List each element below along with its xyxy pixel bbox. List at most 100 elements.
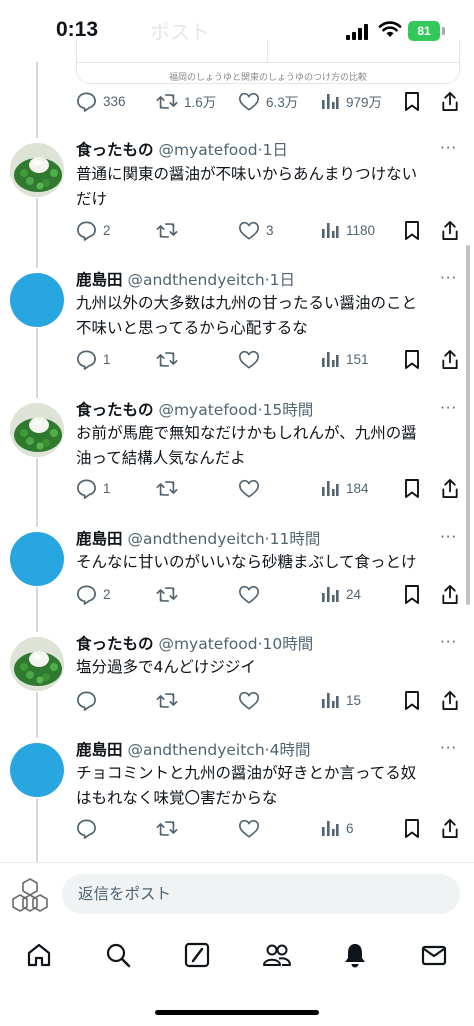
post-timestamp[interactable]: 1日: [270, 271, 295, 289]
more-options-icon[interactable]: ···: [440, 528, 457, 546]
views-button[interactable]: 151: [320, 347, 369, 371]
reply-button[interactable]: 1: [76, 347, 111, 371]
views-button[interactable]: 1180: [320, 218, 375, 242]
avatar[interactable]: [10, 743, 64, 797]
share-button[interactable]: [440, 89, 460, 113]
more-options-icon[interactable]: ···: [440, 399, 457, 417]
like-button[interactable]: [238, 347, 266, 371]
author-handle[interactable]: @myatefood: [158, 635, 257, 653]
reply-input[interactable]: 返信をポスト: [62, 874, 460, 914]
views-button[interactable]: 6: [320, 816, 354, 840]
views-button[interactable]: 979万: [320, 89, 382, 113]
author-handle[interactable]: @andthendyeitch: [127, 530, 264, 548]
views-button[interactable]: 24: [320, 582, 361, 606]
scrollbar[interactable]: [466, 245, 470, 605]
people-icon[interactable]: [262, 941, 292, 969]
share-button[interactable]: [440, 688, 460, 712]
avatar[interactable]: [10, 143, 64, 197]
author-handle[interactable]: @andthendyeitch: [127, 271, 264, 289]
tweet-text: お前が馬鹿で無知なだけかもしれんが、九州の醤 油って結構人気なんだよ: [76, 421, 460, 471]
share-button[interactable]: [440, 582, 460, 606]
tweet-text: 九州以外の大多数は九州の甘ったるい醤油のこと 不味いと思ってるから心配するな: [76, 291, 460, 341]
like-button[interactable]: [238, 816, 266, 840]
search-icon[interactable]: [104, 941, 132, 969]
tweet-header: 鹿島田 @andthendyeitch·1日: [76, 268, 295, 290]
reply-button[interactable]: 1: [76, 476, 111, 500]
tweet-actions: 1 151: [0, 347, 474, 371]
heart-icon: [238, 818, 260, 839]
post-timestamp[interactable]: 4時間: [270, 741, 311, 759]
avatar[interactable]: [10, 532, 64, 586]
bookmark-button[interactable]: [403, 347, 421, 371]
author-name[interactable]: 食ったもの: [76, 401, 154, 419]
share-button[interactable]: [440, 476, 460, 500]
repost-button[interactable]: [156, 582, 184, 606]
repost-button[interactable]: [156, 816, 184, 840]
author-handle[interactable]: @myatefood: [158, 401, 257, 419]
reply-bar: 返信をポスト: [0, 863, 474, 925]
likes-count: 6.3万: [266, 95, 299, 110]
reply-button[interactable]: 336: [76, 89, 126, 113]
author-name[interactable]: 鹿島田: [76, 530, 123, 548]
tweet-text-line: 塩分過多で4んどけジジイ: [76, 658, 256, 676]
status-time: 0:13: [56, 18, 99, 41]
replies-count: 1: [103, 351, 111, 367]
like-button[interactable]: 6.3万: [238, 89, 298, 113]
repost-button[interactable]: [156, 218, 184, 242]
post-timestamp[interactable]: 11時間: [270, 530, 321, 548]
home-icon[interactable]: [25, 941, 53, 969]
post-timestamp[interactable]: 10時間: [263, 635, 314, 653]
avatar[interactable]: [10, 637, 64, 691]
views-count: 979万: [346, 95, 383, 110]
share-icon: [440, 818, 460, 839]
reply-button[interactable]: 2: [76, 582, 111, 606]
author-name[interactable]: 鹿島田: [76, 741, 123, 759]
like-button[interactable]: [238, 476, 266, 500]
share-button[interactable]: [440, 347, 460, 371]
share-button[interactable]: [440, 816, 460, 840]
bell-icon[interactable]: [341, 941, 369, 969]
author-handle[interactable]: @andthendyeitch: [127, 741, 264, 759]
share-button[interactable]: [440, 218, 460, 242]
main-post-actions: 336 1.6万 6.3万 979万: [0, 89, 474, 113]
media-card-fragment[interactable]: 福岡のしょうゆと関東のしょうゆのつけ方の比較: [76, 40, 460, 84]
more-options-icon[interactable]: ···: [440, 269, 457, 287]
repost-button[interactable]: [156, 347, 184, 371]
bookmark-button[interactable]: [403, 582, 421, 606]
post-timestamp[interactable]: 1日: [263, 141, 288, 159]
reply-button[interactable]: 2: [76, 218, 111, 242]
like-button[interactable]: 3: [238, 218, 274, 242]
avatar[interactable]: [10, 403, 64, 457]
repost-button[interactable]: [156, 476, 184, 500]
repost-button[interactable]: 1.6万: [156, 89, 216, 113]
bookmark-button[interactable]: [403, 816, 421, 840]
more-options-icon[interactable]: ···: [440, 139, 457, 157]
grok-icon[interactable]: [183, 941, 211, 969]
tweet-text: チョコミントと九州の醤油が好きとか言ってる奴 はもれなく味覚〇害だからな: [76, 761, 460, 811]
like-button[interactable]: [238, 688, 266, 712]
like-button[interactable]: [238, 582, 266, 606]
user-avatar-icon[interactable]: [10, 875, 50, 915]
mail-icon[interactable]: [420, 941, 448, 969]
bookmark-button[interactable]: [403, 89, 421, 113]
author-name[interactable]: 食ったもの: [76, 635, 154, 653]
more-options-icon[interactable]: ···: [440, 739, 457, 757]
author-name[interactable]: 食ったもの: [76, 141, 154, 159]
post-timestamp[interactable]: 15時間: [263, 401, 314, 419]
author-handle[interactable]: @myatefood: [158, 141, 257, 159]
bookmark-button[interactable]: [403, 476, 421, 500]
bookmark-button[interactable]: [403, 688, 421, 712]
repost-button[interactable]: [156, 688, 184, 712]
views-button[interactable]: 15: [320, 688, 361, 712]
avatar[interactable]: [10, 273, 64, 327]
author-name[interactable]: 鹿島田: [76, 271, 123, 289]
views-button[interactable]: 184: [320, 476, 369, 500]
bookmark-button[interactable]: [403, 218, 421, 242]
tweet-text-line: 不味いと思ってるから心配するな: [76, 319, 308, 337]
reply-button[interactable]: [76, 688, 103, 712]
tweet-actions: 1 184: [0, 476, 474, 500]
views-chart-icon: [320, 584, 340, 604]
share-icon: [440, 690, 460, 711]
more-options-icon[interactable]: ···: [440, 633, 457, 651]
reply-button[interactable]: [76, 816, 103, 840]
